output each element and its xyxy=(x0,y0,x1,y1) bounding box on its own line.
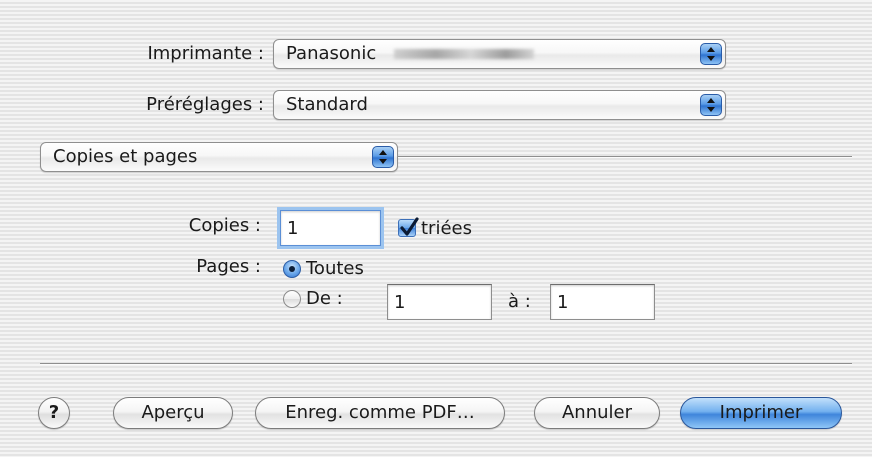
presets-value: Standard xyxy=(286,94,368,115)
printer-model-redacted xyxy=(394,49,534,59)
panel-value: Copies et pages xyxy=(53,146,198,167)
save-as-pdf-button[interactable]: Enreg. comme PDF… xyxy=(255,397,505,429)
cancel-button[interactable]: Annuler xyxy=(534,397,660,429)
bottom-separator xyxy=(40,363,852,365)
popup-arrows-icon xyxy=(700,43,722,65)
printer-label: Imprimante : xyxy=(147,43,264,64)
presets-label: Préréglages : xyxy=(146,94,264,115)
collated-checkbox[interactable] xyxy=(398,217,419,237)
help-button[interactable]: ? xyxy=(38,397,70,429)
popup-arrows-icon xyxy=(372,146,394,168)
printer-popup[interactable]: Panasonic xyxy=(273,39,726,69)
print-button[interactable]: Imprimer xyxy=(680,397,842,429)
popup-arrows-icon xyxy=(700,94,722,116)
copies-label: Copies : xyxy=(188,215,261,236)
collated-label: triées xyxy=(421,218,472,239)
pages-range-radio[interactable] xyxy=(283,290,301,308)
pages-to-input[interactable]: 1 xyxy=(550,284,655,320)
pages-to-label: à : xyxy=(508,291,531,312)
pages-from-input[interactable]: 1 xyxy=(387,284,492,320)
panel-separator xyxy=(398,156,852,158)
pages-label: Pages : xyxy=(196,256,261,277)
pages-all-radio[interactable] xyxy=(283,260,301,278)
pages-range-label: De : xyxy=(306,288,343,309)
pages-all-label: Toutes xyxy=(306,258,364,279)
copies-input[interactable]: 1 xyxy=(280,210,381,246)
preview-button[interactable]: Aperçu xyxy=(113,397,233,429)
printer-value: Panasonic xyxy=(286,43,377,64)
presets-popup[interactable]: Standard xyxy=(273,90,726,120)
panel-popup[interactable]: Copies et pages xyxy=(40,142,398,172)
